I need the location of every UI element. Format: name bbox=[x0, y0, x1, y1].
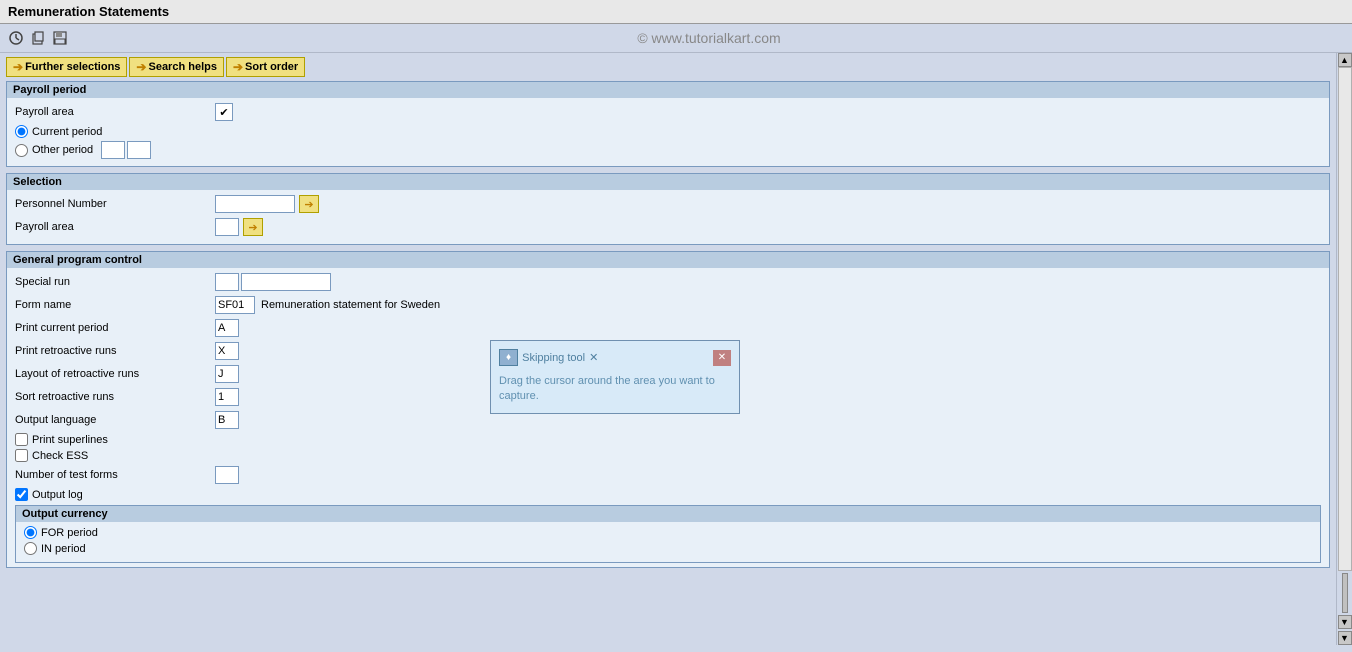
payroll-area-checkbox[interactable]: ✔ bbox=[215, 103, 233, 121]
layout-retroactive-runs-label: Layout of retroactive runs bbox=[15, 368, 215, 380]
page-title: Remuneration Statements bbox=[8, 4, 169, 19]
selection-section: Selection Personnel Number ➔ Payroll are… bbox=[6, 173, 1330, 245]
scrollbar-track[interactable] bbox=[1338, 67, 1352, 571]
in-period-radio[interactable] bbox=[24, 542, 37, 555]
number-test-forms-row: Number of test forms bbox=[15, 465, 1321, 485]
personnel-number-label: Personnel Number bbox=[15, 198, 215, 210]
output-currency-section: Output currency FOR period IN period bbox=[15, 505, 1321, 563]
special-run-input-2[interactable] bbox=[241, 273, 331, 291]
print-superlines-checkbox[interactable] bbox=[15, 433, 28, 446]
selection-body: Personnel Number ➔ Payroll area ➔ bbox=[7, 190, 1329, 244]
current-period-row: Current period bbox=[15, 125, 1321, 138]
form-name-description: Remuneration statement for Sweden bbox=[261, 299, 440, 311]
form-name-label: Form name bbox=[15, 299, 215, 311]
general-program-control-body: Special run Form name Remuneration state… bbox=[7, 268, 1329, 567]
in-period-row: IN period bbox=[24, 542, 1312, 555]
save-icon[interactable] bbox=[50, 28, 70, 48]
special-run-row: Special run bbox=[15, 272, 1321, 292]
check-ess-checkbox[interactable] bbox=[15, 449, 28, 462]
for-period-row: FOR period bbox=[24, 526, 1312, 539]
selection-header: Selection bbox=[7, 174, 1329, 190]
special-run-label: Special run bbox=[15, 276, 215, 288]
number-test-forms-label: Number of test forms bbox=[15, 469, 215, 481]
title-bar: Remuneration Statements bbox=[0, 0, 1352, 24]
toolbar: © www.tutorialkart.com bbox=[0, 24, 1352, 53]
output-log-label: Output log bbox=[32, 489, 83, 501]
scrollbar-resize-handle[interactable] bbox=[1342, 573, 1348, 613]
special-run-input-1[interactable] bbox=[215, 273, 239, 291]
form-name-input[interactable] bbox=[215, 296, 255, 314]
current-period-label: Current period bbox=[32, 126, 102, 138]
popup-step-button[interactable]: ♦ bbox=[499, 349, 518, 366]
popup-header: ♦ Skipping tool ✕ ✕ bbox=[499, 349, 731, 366]
layout-retroactive-runs-input[interactable] bbox=[215, 365, 239, 383]
special-run-inputs bbox=[215, 273, 331, 291]
selection-payroll-area-input[interactable] bbox=[215, 218, 239, 236]
tab-arrow-3: ➔ bbox=[233, 60, 243, 74]
sort-retroactive-runs-label: Sort retroactive runs bbox=[15, 391, 215, 403]
scrollbar-right: ▲ ▼ ▼ bbox=[1336, 53, 1352, 645]
personnel-number-row: Personnel Number ➔ bbox=[15, 194, 1321, 214]
for-period-radio[interactable] bbox=[24, 526, 37, 539]
output-log-row: Output log bbox=[15, 488, 1321, 501]
output-currency-body: FOR period IN period bbox=[16, 522, 1320, 562]
print-current-period-row: Print current period bbox=[15, 318, 1321, 338]
output-currency-header: Output currency bbox=[16, 506, 1320, 522]
sort-retroactive-runs-input[interactable] bbox=[215, 388, 239, 406]
check-ess-row: Check ESS bbox=[15, 449, 1321, 462]
clock-icon[interactable] bbox=[6, 28, 26, 48]
tab-search-helps[interactable]: ➔ Search helps bbox=[129, 57, 224, 77]
for-period-label: FOR period bbox=[41, 527, 98, 539]
other-period-label: Other period bbox=[32, 144, 93, 156]
payroll-period-section: Payroll period Payroll area ✔ Current pe… bbox=[6, 81, 1330, 167]
output-language-input[interactable] bbox=[215, 411, 239, 429]
other-period-row: Other period bbox=[15, 141, 1321, 159]
check-ess-label: Check ESS bbox=[32, 450, 88, 462]
tab-further-selections-label: Further selections bbox=[25, 61, 120, 73]
print-current-period-input[interactable] bbox=[215, 319, 239, 337]
tab-arrow-1: ➔ bbox=[13, 60, 23, 74]
tab-further-selections[interactable]: ➔ Further selections bbox=[6, 57, 127, 77]
payroll-area-label: Payroll area bbox=[15, 106, 215, 118]
other-period-radio[interactable] bbox=[15, 144, 28, 157]
popup-close-button[interactable]: ✕ bbox=[713, 350, 731, 366]
popup-step-icon: ✕ bbox=[589, 351, 598, 364]
scroll-up-arrow[interactable]: ▲ bbox=[1338, 53, 1352, 67]
selection-payroll-area-label: Payroll area bbox=[15, 221, 215, 233]
print-superlines-row: Print superlines bbox=[15, 433, 1321, 446]
payroll-period-header: Payroll period bbox=[7, 82, 1329, 98]
current-period-radio[interactable] bbox=[15, 125, 28, 138]
selection-payroll-area-arrow-btn[interactable]: ➔ bbox=[243, 218, 263, 236]
selection-payroll-area-row: Payroll area ➔ bbox=[15, 217, 1321, 237]
popup-text: Drag the cursor around the area you want… bbox=[499, 374, 731, 405]
tab-bar: ➔ Further selections ➔ Search helps ➔ So… bbox=[6, 57, 1330, 77]
payroll-area-row: Payroll area ✔ bbox=[15, 102, 1321, 122]
tab-arrow-2: ➔ bbox=[136, 60, 146, 74]
scroll-down-arrow-2[interactable]: ▼ bbox=[1338, 631, 1352, 645]
other-period-input-2[interactable] bbox=[127, 141, 151, 159]
scroll-down-arrow[interactable]: ▼ bbox=[1338, 615, 1352, 629]
general-program-control-header: General program control bbox=[7, 252, 1329, 268]
popup-title: Skipping tool bbox=[522, 352, 585, 364]
output-log-checkbox[interactable] bbox=[15, 488, 28, 501]
copy-icon[interactable] bbox=[28, 28, 48, 48]
tab-sort-order-label: Sort order bbox=[245, 61, 298, 73]
tab-search-helps-label: Search helps bbox=[148, 61, 216, 73]
other-period-input-1[interactable] bbox=[101, 141, 125, 159]
form-name-row: Form name Remuneration statement for Swe… bbox=[15, 295, 1321, 315]
in-period-label: IN period bbox=[41, 543, 86, 555]
payroll-area-check-value: ✔ bbox=[219, 106, 228, 119]
payroll-period-body: Payroll area ✔ Current period Other peri… bbox=[7, 98, 1329, 166]
number-test-forms-input[interactable] bbox=[215, 466, 239, 484]
print-retroactive-runs-input[interactable] bbox=[215, 342, 239, 360]
personnel-number-arrow-btn[interactable]: ➔ bbox=[299, 195, 319, 213]
print-retroactive-runs-label: Print retroactive runs bbox=[15, 345, 215, 357]
output-language-label: Output language bbox=[15, 414, 215, 426]
personnel-number-input[interactable] bbox=[215, 195, 295, 213]
tab-sort-order[interactable]: ➔ Sort order bbox=[226, 57, 305, 77]
popup-overlay: ♦ Skipping tool ✕ ✕ Drag the cursor arou… bbox=[490, 340, 740, 414]
print-superlines-label: Print superlines bbox=[32, 434, 108, 446]
print-current-period-label: Print current period bbox=[15, 322, 215, 334]
watermark: © www.tutorialkart.com bbox=[72, 30, 1346, 46]
